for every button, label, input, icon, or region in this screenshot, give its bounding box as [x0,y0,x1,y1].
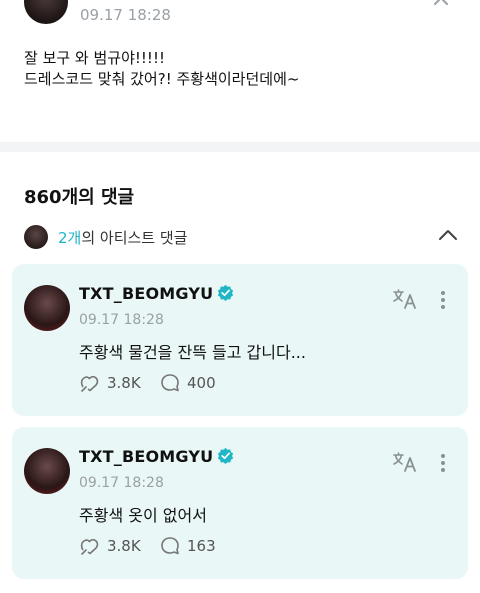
artist-comments-toggle[interactable]: 2개의 아티스트 댓글 [24,224,462,250]
like-count: 3.8K [107,374,141,392]
comment-text: 주황색 옷이 없어서 [79,506,207,525]
comment-text: 주황색 물건을 잔뜩 들고 갑니다... [79,343,306,362]
comments-count-title: 860개의 댓글 [24,187,135,208]
reply-icon [161,374,179,392]
avatar [24,225,48,249]
translate-icon[interactable] [392,451,418,473]
avatar[interactable] [24,285,70,331]
commenter-name[interactable]: TXT_BEOMGYU [79,447,234,466]
artist-comment-count: 2개 [58,229,82,247]
more-icon[interactable] [440,290,446,310]
verified-icon [218,284,234,301]
artist-comment-suffix: 의 아티스트 댓글 [81,229,188,247]
avatar[interactable] [24,448,70,494]
comment-date: 09.17 18:28 [79,475,164,491]
reply-count: 400 [187,374,216,392]
like-icon [80,375,99,392]
like-count: 3.8K [107,537,141,555]
translate-icon[interactable] [392,288,418,310]
reply-button[interactable]: 400 [159,372,229,394]
like-icon [80,538,99,555]
comment-date: 09.17 18:28 [79,312,164,328]
post-text-line: 드레스코드 맞춰 갔어?! 주황색이라던데에~ [24,70,300,88]
chevron-up-icon[interactable] [438,228,458,242]
reply-count: 163 [187,537,216,555]
more-icon[interactable] [440,453,446,473]
post-text-line: 잘 보구 와 범규야!!!!! [24,49,165,67]
post-date: 09.17 18:28 [80,6,171,24]
like-button[interactable]: 3.8K [79,535,149,557]
avatar[interactable] [24,0,68,24]
commenter-name-text: TXT_BEOMGYU [79,284,214,303]
commenter-name[interactable]: TXT_BEOMGYU [79,284,234,303]
verified-icon [218,447,234,464]
post-header: 09.17 18:28 [0,0,480,30]
artist-comment-card: TXT_BEOMGYU 09.17 18:28 주황색 물건을 잔뜩 들고 갑니… [12,264,468,416]
artist-comments-label: 2개의 아티스트 댓글 [58,227,187,248]
post-body: 잘 보구 와 범규야!!!!! 드레스코드 맞춰 갔어?! 주황색이라던데에~ [24,48,299,90]
reply-icon [161,537,179,555]
section-divider [0,142,480,152]
artist-comment-card: TXT_BEOMGYU 09.17 18:28 주황색 옷이 없어서 3.8K … [12,427,468,579]
chevron-up-icon[interactable] [432,0,450,10]
reply-button[interactable]: 163 [159,535,229,557]
like-button[interactable]: 3.8K [79,372,149,394]
commenter-name-text: TXT_BEOMGYU [79,447,214,466]
